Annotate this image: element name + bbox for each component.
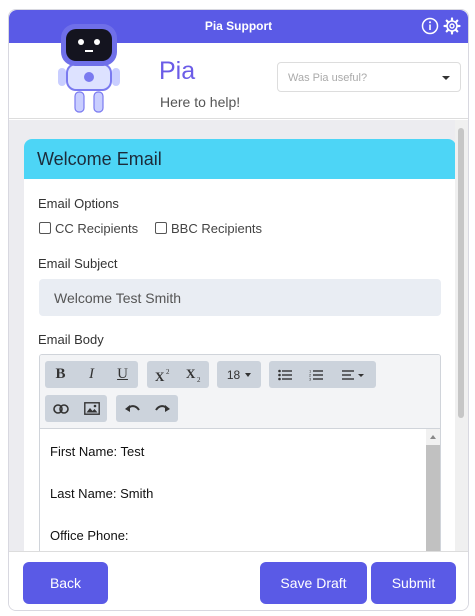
- redo-icon[interactable]: [147, 395, 178, 422]
- email-body-label: Email Body: [38, 332, 104, 347]
- svg-text:3: 3: [309, 376, 312, 381]
- bold-icon[interactable]: B: [45, 361, 76, 388]
- footer-actions: Back Save Draft Submit: [9, 551, 468, 610]
- bbc-recipients-checkbox[interactable]: BBC Recipients: [155, 221, 262, 236]
- email-subject-label: Email Subject: [38, 256, 118, 271]
- assistant-tagline: Here to help!: [160, 94, 241, 110]
- dropdown-placeholder: Was Pia useful?: [288, 72, 368, 84]
- svg-text:2: 2: [197, 376, 201, 383]
- assistant-name: Pia: [159, 57, 196, 85]
- chevron-down-icon: [442, 76, 450, 80]
- insert-group: [45, 395, 107, 422]
- email-options-label: Email Options: [38, 196, 119, 211]
- list-group: 123: [269, 361, 376, 388]
- email-subject-input[interactable]: Welcome Test Smith: [39, 279, 441, 316]
- welcome-email-card: Welcome Email Email Options CC Recipient…: [24, 139, 455, 551]
- body-line: Last Name: Smith: [50, 486, 154, 501]
- body-line: Office Phone:: [50, 528, 129, 543]
- content-scroll-thumb[interactable]: [458, 128, 464, 418]
- subscript-icon[interactable]: X2: [178, 361, 209, 388]
- cc-recipients-label: CC Recipients: [55, 221, 139, 236]
- email-body-editor: B I U X2 X2 18 123 First Name: Test Last…: [39, 354, 441, 551]
- font-size-select[interactable]: 18: [217, 361, 261, 388]
- font-size-group: 18: [217, 361, 261, 388]
- submit-button[interactable]: Submit: [371, 562, 456, 604]
- bbc-recipients-label: BBC Recipients: [171, 221, 263, 236]
- superscript-icon[interactable]: X2: [147, 361, 178, 388]
- cc-recipients-checkbox[interactable]: CC Recipients: [39, 221, 138, 236]
- history-group: [116, 395, 178, 422]
- image-icon[interactable]: [76, 395, 107, 422]
- underline-icon[interactable]: U: [107, 361, 138, 388]
- editor-scrollbar[interactable]: [426, 429, 440, 551]
- gear-icon[interactable]: [443, 17, 461, 35]
- robot-logo: [49, 18, 129, 118]
- main-content: Welcome Email Email Options CC Recipient…: [9, 120, 455, 551]
- pia-support-window: Pia Support Pia Here to help! Was Pia us…: [8, 9, 469, 611]
- editor-scroll-thumb[interactable]: [426, 445, 440, 551]
- script-group: X2 X2: [147, 361, 209, 388]
- svg-text:X: X: [155, 369, 165, 382]
- checkbox-box[interactable]: [39, 222, 51, 234]
- checkbox-box[interactable]: [155, 222, 167, 234]
- back-button[interactable]: Back: [23, 562, 108, 604]
- svg-text:X: X: [186, 367, 196, 381]
- info-icon[interactable]: [421, 17, 439, 35]
- editor-toolbar: B I U X2 X2 18 123: [40, 355, 440, 429]
- numbered-list-icon[interactable]: 123: [300, 361, 331, 388]
- card-title: Welcome Email: [24, 139, 455, 179]
- italic-icon[interactable]: I: [76, 361, 107, 388]
- save-draft-button[interactable]: Save Draft: [260, 562, 367, 604]
- body-line: First Name: Test: [50, 444, 145, 459]
- bullet-list-icon[interactable]: [269, 361, 300, 388]
- scroll-up-arrow-icon[interactable]: [430, 435, 436, 439]
- format-group: B I U: [45, 361, 138, 388]
- link-icon[interactable]: [45, 395, 76, 422]
- undo-icon[interactable]: [116, 395, 147, 422]
- svg-text:2: 2: [166, 368, 170, 376]
- was-pia-useful-dropdown[interactable]: Was Pia useful?: [277, 62, 461, 92]
- content-scrollbar[interactable]: [455, 120, 468, 551]
- email-body-text[interactable]: First Name: Test Last Name: Smith Office…: [40, 429, 426, 551]
- assistant-header: Pia Here to help! Was Pia useful?: [9, 24, 468, 119]
- align-icon[interactable]: [331, 361, 376, 388]
